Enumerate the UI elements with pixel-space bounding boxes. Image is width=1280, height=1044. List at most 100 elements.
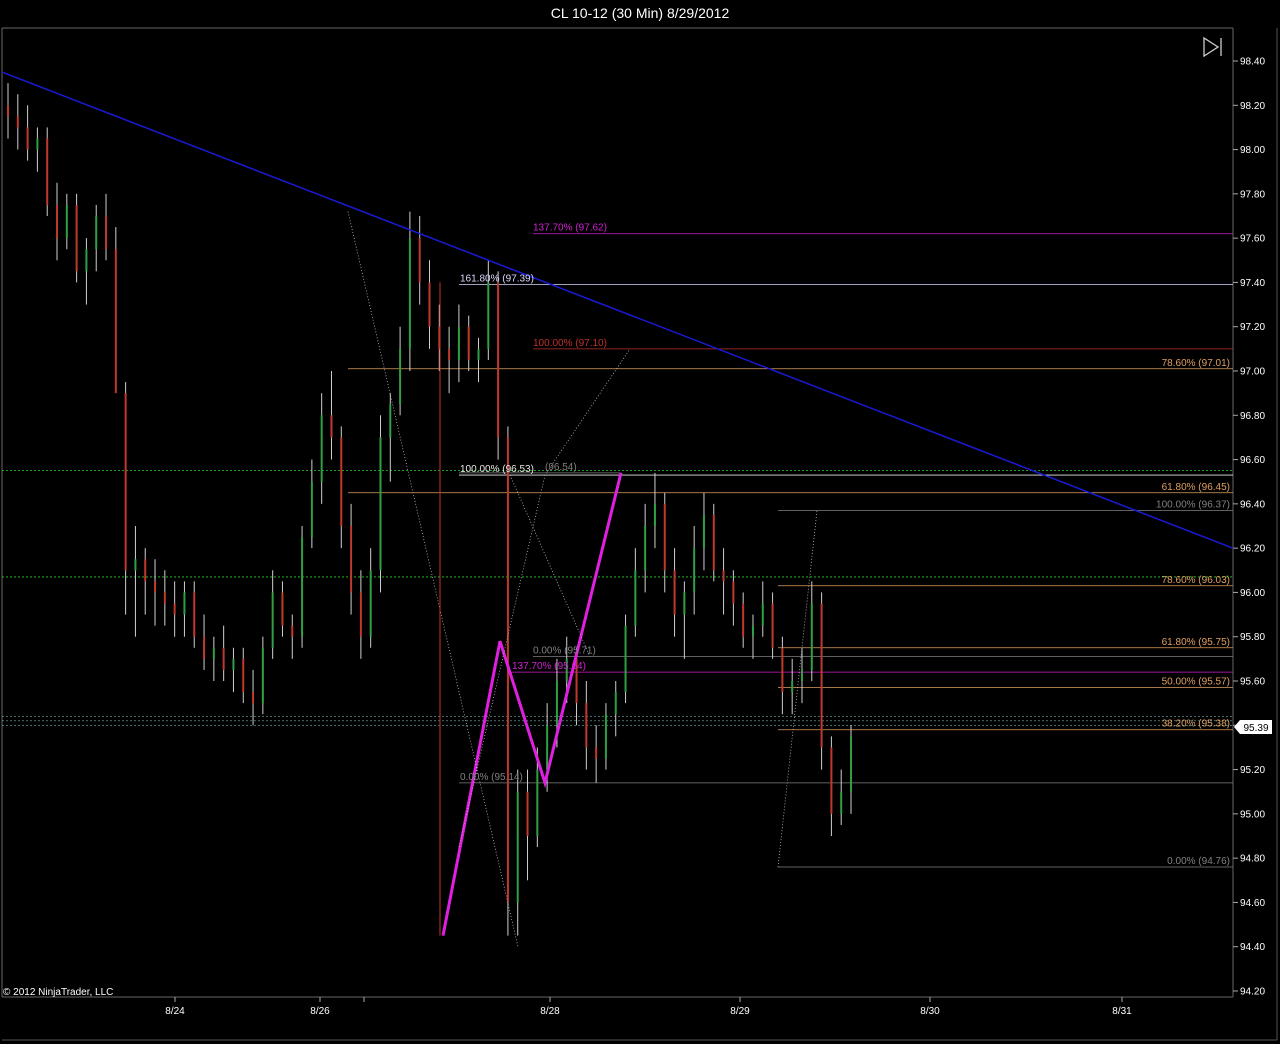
bar-body: [261, 647, 264, 704]
ohlc-bar: [722, 548, 725, 615]
bar-body: [271, 592, 274, 648]
ohlc-bar: [193, 581, 196, 648]
ohlc-bar: [467, 315, 470, 371]
ohlc-bar: [16, 94, 19, 150]
bar-body: [36, 138, 39, 150]
bar-body: [693, 548, 696, 593]
ohlc-bar: [781, 636, 784, 715]
axis-layer: 98.40 98.20 98.00 97.80 97.60 97.40 97.20 97.00…: [165, 57, 1265, 1018]
y-tick-label: 98.20: [1240, 101, 1265, 112]
bar-body: [742, 603, 745, 637]
horizontal-lines: [2, 233, 1233, 868]
ohlc-bar: [712, 503, 715, 582]
y-tick-label: 94.20: [1240, 987, 1265, 998]
ohlc-bar: [36, 127, 39, 172]
fib-level-label: 137.70% (97.62): [533, 223, 607, 234]
y-tick-label: 94.40: [1240, 942, 1265, 953]
bar-body: [105, 216, 108, 250]
bar-body: [418, 238, 421, 283]
bar-body: [781, 647, 784, 693]
fib-level-label: 61.80% (96.45): [1162, 482, 1230, 493]
ohlc-bar: [340, 426, 343, 549]
bar-body: [702, 514, 705, 549]
last-price-marker: 95.39: [1234, 720, 1272, 734]
ohlc-bar: [428, 260, 431, 349]
fib-labels: 137.70% (97.62) 161.80% (97.39) 100.00% (9…: [460, 223, 1230, 867]
ohlc-bar: [663, 492, 666, 593]
bar-body: [428, 282, 431, 327]
ohlc-bars: [7, 83, 852, 936]
x-tick-label: 8/28: [540, 1006, 560, 1017]
drawing-objects[interactable]: [1, 71, 1234, 947]
last-price-label: 95.39: [1243, 723, 1268, 734]
bar-body: [683, 592, 686, 615]
ohlc-bar: [732, 570, 735, 626]
bar-body: [173, 603, 176, 615]
fib-level-label: 100.00% (97.10): [533, 338, 607, 349]
fib-level-label: 100.00% (96.53): [460, 464, 534, 475]
y-tick-label: 96.60: [1240, 455, 1265, 466]
bar-body: [840, 791, 843, 814]
bar-body: [516, 791, 519, 903]
bar-body: [820, 603, 823, 748]
ohlc-bar: [448, 326, 451, 394]
ohlc-bar: [702, 492, 705, 571]
bar-body: [26, 127, 29, 150]
fib-level-label: 38.20% (95.38): [1162, 719, 1230, 730]
ohlc-bar: [516, 769, 519, 936]
x-tick-label: 8/24: [165, 1006, 185, 1017]
bar-body: [85, 249, 88, 272]
ohlc-bar: [75, 193, 78, 283]
y-tick-label: 97.40: [1240, 278, 1265, 289]
ohlc-bar: [820, 592, 823, 770]
bar-body: [830, 747, 833, 814]
ohlc-bar: [604, 703, 607, 770]
bar-body: [350, 526, 353, 593]
y-tick-label: 98.00: [1240, 145, 1265, 156]
bar-body: [252, 692, 255, 704]
ohlc-bar: [477, 337, 480, 383]
ohlc-bar: [56, 182, 59, 261]
bar-body: [114, 249, 117, 394]
bar-body: [467, 326, 470, 360]
bar-body: [555, 681, 558, 726]
bar-body: [291, 625, 294, 637]
bar-body: [653, 503, 656, 526]
bar-body: [16, 116, 19, 128]
bar-body: [751, 625, 754, 637]
ohlc-bar: [389, 393, 392, 482]
ohlc-bar: [771, 592, 774, 659]
bar-body: [154, 581, 157, 593]
price-chart[interactable]: 98.40 98.20 98.00 97.80 97.60 97.40 97.20 97.00…: [0, 0, 1280, 1044]
ohlc-bar: [595, 725, 598, 783]
bar-body: [203, 636, 206, 659]
y-tick-label: 96.00: [1240, 588, 1265, 599]
ohlc-bar: [379, 415, 382, 593]
ohlc-bar: [222, 625, 225, 681]
bar-body: [644, 526, 647, 571]
y-tick-label: 97.80: [1240, 189, 1265, 200]
projection-line: [509, 474, 591, 657]
bar-body: [546, 725, 549, 770]
skip-to-end-icon[interactable]: [1203, 36, 1222, 58]
ohlc-bar: [261, 636, 264, 715]
ohlc-bar: [418, 216, 421, 305]
bar-body: [595, 747, 598, 759]
y-tick-label: 95.80: [1240, 632, 1265, 643]
y-tick-label: 95.20: [1240, 765, 1265, 776]
bar-body: [95, 216, 98, 250]
x-tick-label: 8/30: [920, 1006, 940, 1017]
bar-body: [673, 570, 676, 615]
bar-body: [340, 437, 343, 526]
ohlc-bar: [183, 581, 186, 637]
ohlc-bar: [673, 548, 676, 637]
bar-body: [810, 603, 813, 670]
ohlc-bar: [281, 581, 284, 637]
ohlc-bar: [526, 769, 529, 881]
ohlc-bar: [506, 426, 509, 936]
bar-body: [771, 603, 774, 648]
bar-body: [183, 592, 186, 615]
ohlc-bar: [830, 736, 833, 836]
ohlc-bar: [742, 592, 745, 648]
ohlc-bar: [497, 271, 500, 460]
